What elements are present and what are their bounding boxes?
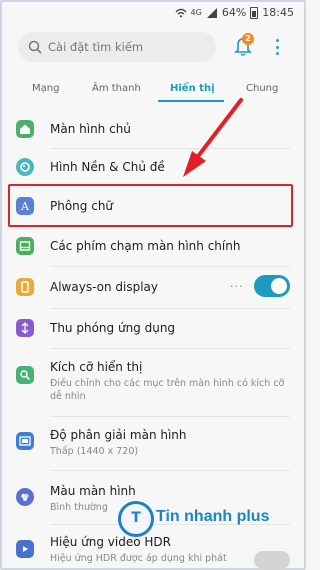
pointer-arrow	[183, 98, 243, 177]
logo-mark: T	[118, 501, 154, 537]
watermark-logo: T Tin nhanh plus	[118, 501, 298, 541]
watermark-text: Tin nhanh plus	[156, 508, 270, 525]
